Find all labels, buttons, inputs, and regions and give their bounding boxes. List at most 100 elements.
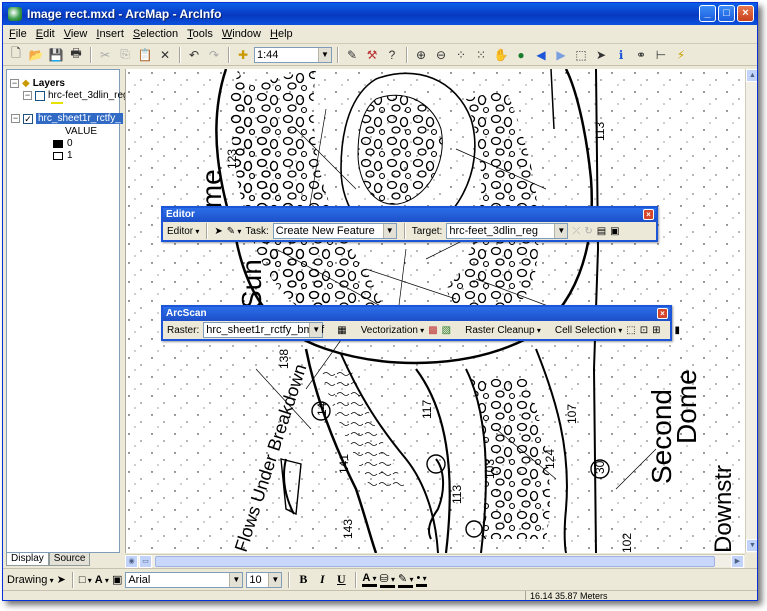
scroll-up-icon[interactable]: ▲ xyxy=(746,69,757,82)
menu-edit[interactable]: Edit xyxy=(36,28,55,40)
new-document-icon[interactable]: 🗋 xyxy=(7,46,25,64)
edit-tool-pointer-icon[interactable]: ➤ xyxy=(214,226,222,237)
toc-layer-row[interactable]: − hrc-feet_3dlin_reg xyxy=(23,90,129,101)
open-folder-icon[interactable]: 📂 xyxy=(27,46,45,64)
arcscan-toolbar-title[interactable]: ArcScan × xyxy=(163,307,670,321)
paste-icon[interactable]: 📋 xyxy=(136,46,154,64)
back-arrow-icon[interactable]: ◀ xyxy=(532,46,550,64)
layer-visibility-checkbox[interactable]: ✓ xyxy=(23,113,33,124)
zoom-out-icon[interactable]: ⊖ xyxy=(432,46,450,64)
collapse-icon[interactable]: − xyxy=(23,91,32,100)
chevron-down-icon[interactable]: ▼ xyxy=(318,47,331,62)
fixed-zoom-in-icon[interactable]: ⁘ xyxy=(452,46,470,64)
font-size-combo[interactable]: 10 ▼ xyxy=(246,571,283,588)
identify-icon[interactable]: ℹ xyxy=(612,46,630,64)
menu-file[interactable]: File xyxy=(9,28,27,40)
menu-help[interactable]: Help xyxy=(270,28,293,40)
fixed-zoom-out-icon[interactable]: ⁙ xyxy=(472,46,490,64)
sketch-properties-icon[interactable]: ▣ xyxy=(610,226,619,237)
chevron-down-icon[interactable]: ▼ xyxy=(382,224,396,238)
task-combo[interactable]: Create New Feature ▼ xyxy=(272,223,397,239)
new-rectangle-icon[interactable]: □ xyxy=(79,574,92,586)
generate-features-icon[interactable]: ▧ xyxy=(442,325,451,336)
zoom-in-icon[interactable]: ⊕ xyxy=(412,46,430,64)
editor-toolbar-title[interactable]: Editor × xyxy=(163,208,656,222)
scroll-right-icon[interactable]: ▶ xyxy=(731,555,744,568)
fill-color-icon[interactable]: ⛁ xyxy=(379,572,396,588)
raster-combo[interactable]: hrc_sheet1r_rctfy_bm.tif ▼ xyxy=(203,322,324,338)
raster-cleanup-menu[interactable]: Raster Cleanup xyxy=(465,325,541,336)
save-icon[interactable]: 💾 xyxy=(47,46,65,64)
italic-button[interactable]: I xyxy=(314,572,330,587)
layer-visibility-checkbox[interactable] xyxy=(35,90,45,101)
pan-hand-icon[interactable]: ✋ xyxy=(492,46,510,64)
copy-icon[interactable]: ⎘ xyxy=(116,46,134,64)
undo-icon[interactable]: ↶ xyxy=(185,46,203,64)
forward-arrow-icon[interactable]: ▶ xyxy=(552,46,570,64)
attributes-icon[interactable]: ▤ xyxy=(597,226,606,237)
chevron-down-icon[interactable]: ▼ xyxy=(309,323,323,337)
arcscan-toolbar[interactable]: ArcScan × Raster: hrc_sheet1r_rctfy_bm.t… xyxy=(161,305,680,341)
maximize-button[interactable]: □ xyxy=(718,5,735,22)
arctoolbox-icon[interactable]: ⚒ xyxy=(363,46,381,64)
redo-icon[interactable]: ↷ xyxy=(205,46,223,64)
raster-painting-icon[interactable]: ▮ xyxy=(674,325,680,336)
editor-toolbar[interactable]: Editor × Editor ➤ ✎ Task: Create New Fea… xyxy=(161,206,658,242)
sketch-tool-pencil-icon[interactable]: ✎ xyxy=(227,226,242,237)
whats-this-icon[interactable]: ? xyxy=(383,46,401,64)
rotate-tool-icon[interactable]: ↻ xyxy=(584,226,592,237)
chevron-down-icon[interactable]: ▼ xyxy=(229,572,243,587)
menu-tools[interactable]: Tools xyxy=(187,28,213,40)
menu-view[interactable]: View xyxy=(64,28,88,40)
new-text-icon[interactable]: A xyxy=(95,574,109,586)
layer-name[interactable]: hrc-feet_3dlin_reg xyxy=(48,90,129,101)
print-icon[interactable]: 🖶 xyxy=(67,46,85,64)
cell-selection-menu[interactable]: Cell Selection xyxy=(555,325,622,336)
toc-layer-row[interactable]: − ✓ hrc_sheet1r_rctfy_ xyxy=(11,113,123,124)
target-combo[interactable]: hrc-feet_3dlin_reg ▼ xyxy=(446,223,569,239)
tab-display[interactable]: Display xyxy=(6,553,49,566)
map-horizontal-scrollbar[interactable]: ◉ ▭ ▶ xyxy=(125,554,745,568)
chevron-down-icon[interactable]: ▼ xyxy=(554,224,568,238)
zoom-cells-icon[interactable]: ⊞ xyxy=(652,325,660,336)
collapse-icon[interactable]: − xyxy=(10,79,19,88)
raster-snapping-icon[interactable]: ▦ xyxy=(337,325,346,336)
find-connected-cells-icon[interactable]: ⊡ xyxy=(640,325,648,336)
measure-icon[interactable]: ⊢ xyxy=(652,46,670,64)
line-color-icon[interactable]: ✎ xyxy=(398,572,414,588)
layout-view-icon[interactable]: ▭ xyxy=(139,555,152,568)
menu-window[interactable]: Window xyxy=(222,28,261,40)
full-extent-globe-icon[interactable]: ● xyxy=(512,46,530,64)
split-tool-icon[interactable]: ⤫ xyxy=(572,226,580,237)
select-elements-pointer-icon[interactable]: ➤ xyxy=(592,46,610,64)
editor-menu[interactable]: Editor xyxy=(167,226,199,237)
scroll-thumb[interactable] xyxy=(155,556,715,567)
hyperlink-icon[interactable]: ⚡ xyxy=(672,46,690,64)
vectorization-menu[interactable]: Vectorization xyxy=(361,325,425,336)
menu-insert[interactable]: Insert xyxy=(96,28,124,40)
close-button[interactable]: × xyxy=(737,5,754,22)
map-scale-combo[interactable]: 1:44 ▼ xyxy=(254,46,332,63)
tab-source[interactable]: Source xyxy=(48,553,91,566)
editor-toolbar-icon[interactable]: ✎ xyxy=(343,46,361,64)
chevron-down-icon[interactable]: ▼ xyxy=(268,572,282,587)
collapse-icon[interactable]: − xyxy=(11,114,20,123)
minimize-button[interactable]: _ xyxy=(699,5,716,22)
toc-root-row[interactable]: − ◆ Layers xyxy=(10,78,65,89)
drawing-menu[interactable]: Drawing xyxy=(7,574,54,586)
underline-button[interactable]: U xyxy=(333,572,349,587)
vectorization-trace-icon[interactable]: ▩ xyxy=(428,325,437,336)
add-data-icon[interactable]: ✚ xyxy=(234,46,252,64)
close-icon[interactable]: × xyxy=(657,308,668,319)
title-bar[interactable]: Image rect.mxd - ArcMap - ArcInfo _ □ × xyxy=(3,3,757,25)
select-elements-pointer-icon[interactable]: ➤ xyxy=(57,573,66,586)
data-view-icon[interactable]: ◉ xyxy=(125,555,138,568)
map-vertical-scrollbar[interactable]: ▲ ▼ xyxy=(745,69,757,553)
scroll-down-icon[interactable]: ▼ xyxy=(746,539,757,552)
select-features-icon[interactable]: ⬚ xyxy=(572,46,590,64)
delete-icon[interactable]: ✕ xyxy=(156,46,174,64)
layer-name[interactable]: hrc_sheet1r_rctfy_ xyxy=(36,113,123,124)
bold-button[interactable]: B xyxy=(295,572,311,587)
marker-color-icon[interactable]: • xyxy=(416,572,427,587)
cut-icon[interactable]: ✂ xyxy=(96,46,114,64)
